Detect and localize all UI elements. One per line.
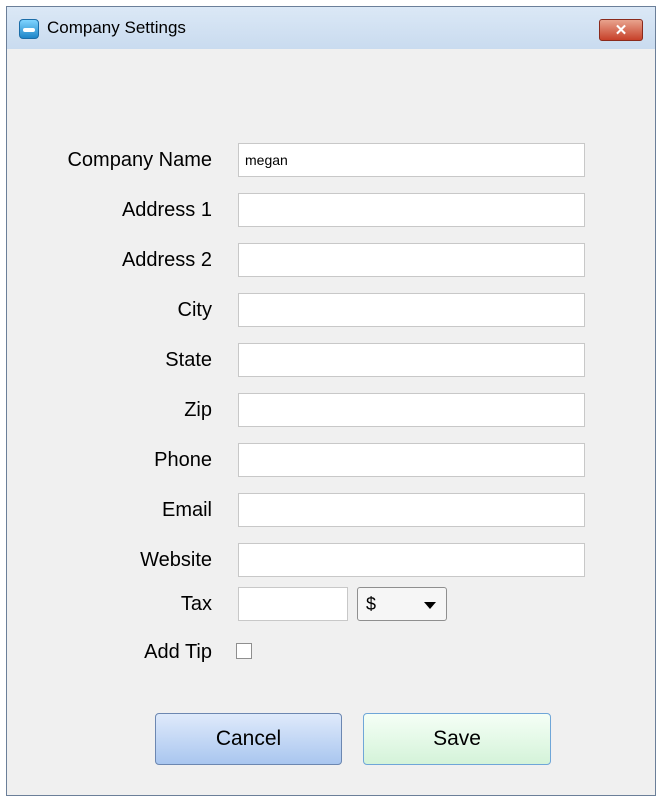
close-icon: ✕ [614, 22, 628, 39]
tax-input[interactable] [238, 587, 348, 621]
add-tip-checkbox[interactable] [236, 643, 252, 659]
tax-unit-select[interactable]: $ [357, 587, 447, 621]
row-zip: Zip [7, 393, 657, 429]
cancel-button[interactable]: Cancel [155, 713, 342, 765]
chevron-down-icon [424, 602, 436, 609]
zip-input[interactable] [238, 393, 585, 427]
label-address-1: Address 1 [121, 199, 212, 221]
label-phone: Phone [154, 449, 212, 471]
label-website: Website [140, 549, 212, 571]
email-input[interactable] [238, 493, 585, 527]
tax-unit-selected: $ [366, 594, 377, 614]
label-tax: Tax [180, 593, 212, 615]
window-title: Company Settings [47, 18, 186, 37]
label-email: Email [161, 499, 212, 521]
close-button[interactable]: ✕ [599, 19, 643, 41]
row-state: State [7, 343, 657, 379]
row-website: Website [7, 543, 657, 579]
save-button-label: Save [433, 727, 481, 750]
row-phone: Phone [7, 443, 657, 479]
row-add-tip: Add Tip [7, 635, 657, 671]
label-state: State [165, 349, 212, 371]
state-input[interactable] [238, 343, 585, 377]
row-tax: Tax $ [7, 587, 657, 623]
cancel-button-label: Cancel [215, 727, 282, 750]
label-company-name: Company Name [67, 149, 212, 171]
website-input[interactable] [238, 543, 585, 577]
row-address-1: Address 1 [7, 193, 657, 229]
title-bar[interactable]: Company Settings ✕ [7, 7, 655, 49]
row-email: Email [7, 493, 657, 529]
row-city: City [7, 293, 657, 329]
company-name-input[interactable]: megan [238, 143, 585, 177]
row-company-name: Company Name megan [7, 143, 657, 179]
address-2-input[interactable] [238, 243, 585, 277]
city-input[interactable] [238, 293, 585, 327]
save-button[interactable]: Save [363, 713, 551, 765]
address-1-input[interactable] [238, 193, 585, 227]
label-zip: Zip [184, 399, 212, 421]
company-settings-window: Company Settings ✕ Company Name megan Ad… [6, 6, 656, 796]
app-icon [19, 19, 39, 39]
phone-input[interactable] [238, 443, 585, 477]
label-add-tip: Add Tip [144, 641, 212, 663]
row-address-2: Address 2 [7, 243, 657, 279]
label-address-2: Address 2 [121, 249, 212, 271]
label-city: City [177, 299, 212, 321]
